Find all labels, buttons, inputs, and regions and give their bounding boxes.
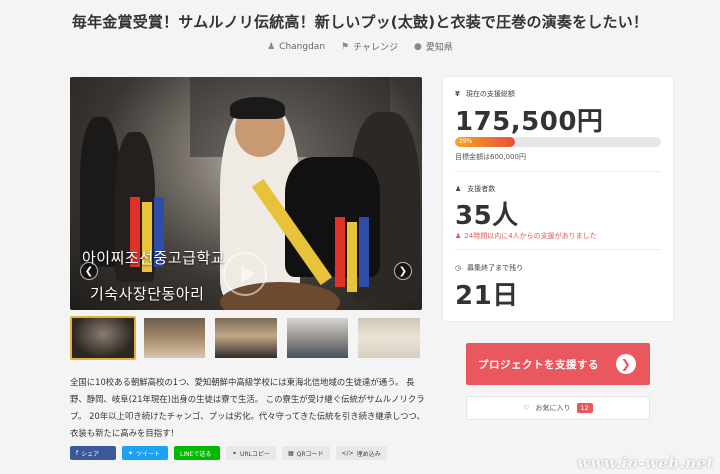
embed-label: 埋め込み xyxy=(356,450,381,458)
hero-caption-line2: 기숙사장단동아리 xyxy=(90,285,205,303)
owner-name: Changdan xyxy=(279,41,326,52)
next-slide-button[interactable]: ❯ xyxy=(394,262,412,280)
thumbnail-strip xyxy=(70,316,422,360)
supporters-label: 支援者数 xyxy=(467,185,496,193)
project-title: 毎年金賞受賞！サムルノリ伝統高！新しいプッ(太鼓)と衣装で圧巻の演奏をしたい！ xyxy=(71,13,649,31)
favorite-label: お気に入り xyxy=(535,404,571,412)
qr-code-button[interactable]: ▦ QRコード xyxy=(281,446,330,460)
owner-link[interactable]: ♟ Changdan xyxy=(267,40,325,53)
url-copy-label: URLコピー xyxy=(240,450,270,458)
code-icon: </> xyxy=(341,449,354,457)
category-name: チャレンジ xyxy=(353,43,399,53)
favorite-count: 12 xyxy=(576,403,593,413)
chevron-left-icon: ❮ xyxy=(84,265,94,277)
location-link[interactable]: ● 愛知県 xyxy=(414,40,453,54)
support-button-label: プロジェクトを支援する xyxy=(478,358,599,371)
facebook-share-label: シェア xyxy=(81,450,100,458)
supporters-value: 35人 xyxy=(455,201,519,231)
yen-icon: ¥ xyxy=(455,90,460,98)
tag-icon: ⚑ xyxy=(341,41,350,52)
watermark: www.io-web.net xyxy=(577,454,714,472)
clock-icon: ◷ xyxy=(455,264,462,272)
goal-text: 目標金額は600,000円 xyxy=(455,153,526,161)
users-icon: ♟ xyxy=(455,185,462,193)
user-icon: ♟ xyxy=(267,41,276,52)
thumbnail-1[interactable] xyxy=(70,316,136,360)
facebook-share-button[interactable]: f シェア xyxy=(70,446,116,460)
amount-label-row: ¥ 現在の支援総額 xyxy=(455,89,515,99)
project-description: 全国に10校ある朝鮮高校の1つ、愛知朝鮮中高級学校には東海北信地域の生徒達が通う… xyxy=(70,377,425,438)
thumbnail-2[interactable] xyxy=(142,316,208,360)
twitter-share-button[interactable]: ✦ ツイート xyxy=(122,446,168,460)
recent-support-row: ♟ 24時間以内に4人からの支援がありました xyxy=(455,231,597,241)
supporters-label-row: ♟ 支援者数 xyxy=(455,184,495,194)
thumbnail-4[interactable] xyxy=(285,316,351,360)
users-icon: ♟ xyxy=(455,232,462,240)
stats-card: ¥ 現在の支援総額 175,500円 29% 目標金額は600,000円 ♟ 支… xyxy=(443,77,673,321)
qr-code-label: QRコード xyxy=(296,450,324,458)
play-icon[interactable] xyxy=(223,252,267,296)
thumbnail-3[interactable] xyxy=(213,316,279,360)
prev-slide-button[interactable]: ❮ xyxy=(80,262,98,280)
thumbnail-5[interactable] xyxy=(356,316,422,360)
category-link[interactable]: ⚑ チャレンジ xyxy=(341,40,399,54)
hero-image[interactable]: 아이찌조선중고급학교 기숙사장단동아리 ❮ ❯ xyxy=(70,77,422,310)
twitter-share-label: ツイート xyxy=(136,450,161,458)
progress-bar: 29% xyxy=(455,137,661,147)
recent-support-text: 24時間以内に4人からの支援がありました xyxy=(464,232,597,240)
support-project-button[interactable]: プロジェクトを支援する ❯ xyxy=(466,343,650,385)
heart-icon: ♡ xyxy=(523,404,530,412)
qr-icon: ▦ xyxy=(287,449,294,457)
embed-button[interactable]: </> 埋め込み xyxy=(335,446,387,460)
line-share-button[interactable]: LINEで送る xyxy=(174,446,220,460)
line-share-label: LINEで送る xyxy=(180,450,212,458)
favorite-button[interactable]: ♡ お気に入り 12 xyxy=(466,396,650,420)
amount-value: 175,500円 xyxy=(455,107,604,137)
hero-caption-line1: 아이찌조선중고급학교 xyxy=(82,249,226,267)
days-label: 募集終了まで残り xyxy=(467,264,524,272)
days-value: 21日 xyxy=(455,281,519,311)
location-name: 愛知県 xyxy=(425,43,453,53)
pin-icon: ● xyxy=(414,41,422,52)
hero-photo xyxy=(70,77,422,310)
chevron-right-icon: ❯ xyxy=(398,265,408,277)
facebook-icon: f xyxy=(76,449,79,457)
project-meta: ♟ Changdan ⚑ チャレンジ ● 愛知県 xyxy=(0,40,720,54)
amount-label: 現在の支援総額 xyxy=(465,90,515,98)
days-label-row: ◷ 募集終了まで残り xyxy=(455,263,523,273)
url-copy-button[interactable]: ⚭ URLコピー xyxy=(226,446,276,460)
twitter-icon: ✦ xyxy=(128,449,134,457)
chevron-right-icon: ❯ xyxy=(616,354,636,374)
progress-percent: 29% xyxy=(459,138,473,145)
share-bar: f シェア ✦ ツイート LINEで送る ⚭ URLコピー ▦ QRコード </… xyxy=(70,446,387,460)
link-icon: ⚭ xyxy=(232,449,238,457)
